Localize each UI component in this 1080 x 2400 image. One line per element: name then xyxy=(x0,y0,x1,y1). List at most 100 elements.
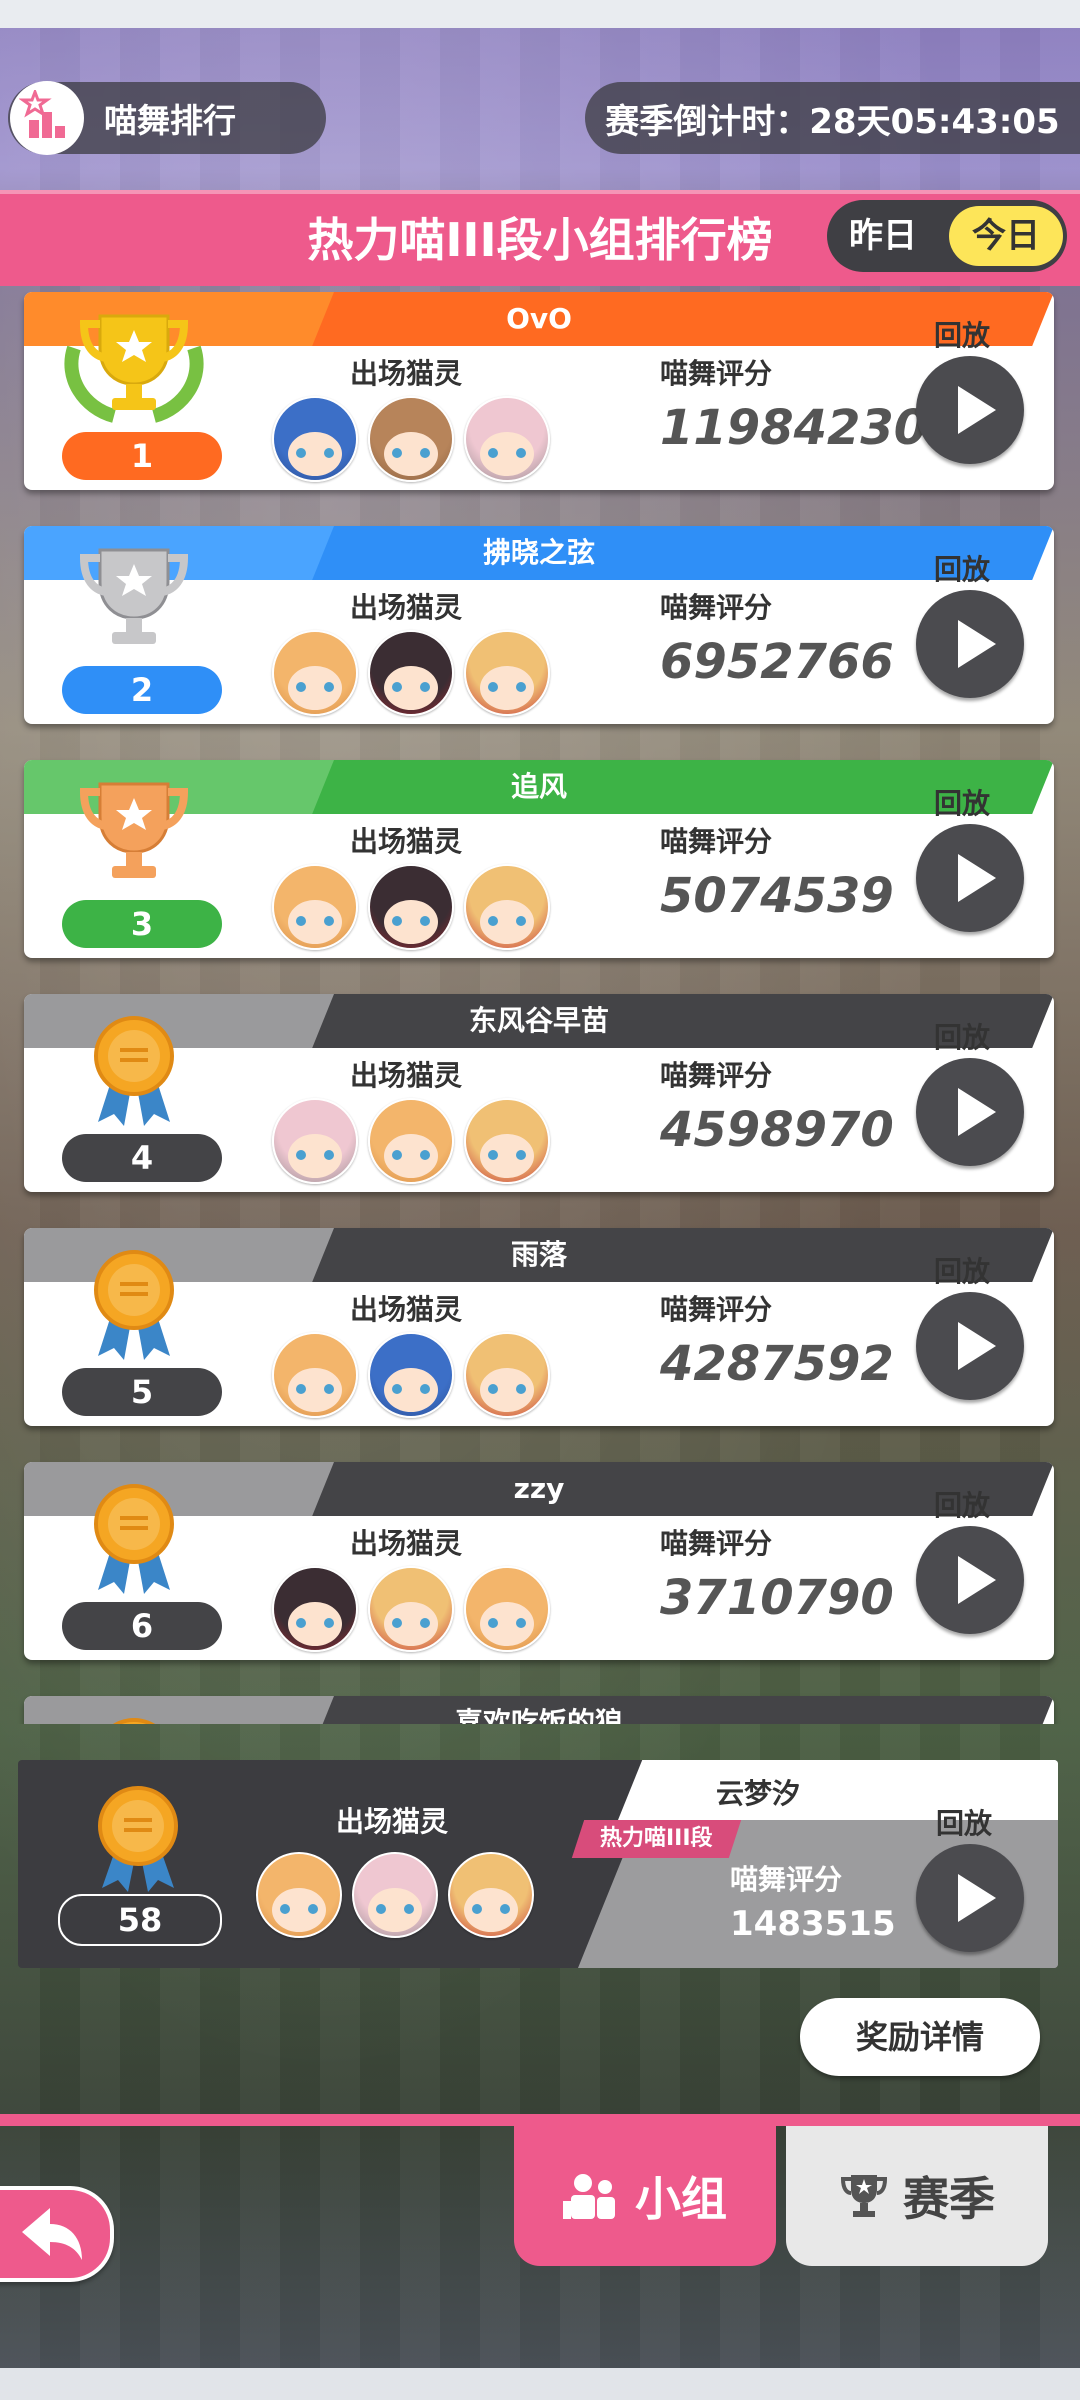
back-arrow-icon xyxy=(22,2208,82,2260)
medal-ribbon-icon xyxy=(54,1478,214,1598)
group-people-icon xyxy=(563,2174,615,2219)
ranking-card: 喜欢吃饭的狼7出场猫灵喵舞评分回放 xyxy=(24,1696,1054,1724)
medal-ribbon-icon xyxy=(98,1786,178,1892)
replay-play-button[interactable] xyxy=(916,1292,1024,1400)
cat-avatars xyxy=(272,630,550,716)
cat-avatar xyxy=(272,1098,358,1184)
cats-label: 出场猫灵 xyxy=(350,1293,463,1326)
score-label: 喵舞评分 xyxy=(660,357,773,390)
cat-avatar xyxy=(464,1566,550,1652)
cat-avatar xyxy=(272,1566,358,1652)
cats-label: 出场猫灵 xyxy=(336,1805,449,1838)
tab-season[interactable]: 赛季 xyxy=(786,2126,1048,2266)
score-label: 喵舞评分 xyxy=(660,1527,773,1560)
replay-play-button[interactable] xyxy=(916,356,1024,464)
status-bar xyxy=(0,0,1080,28)
dance-score: 4287592 xyxy=(660,1336,894,1392)
cat-avatar xyxy=(368,1566,454,1652)
cat-avatars xyxy=(272,396,550,482)
cat-avatar xyxy=(368,1098,454,1184)
ranking-card: 追风 3 出场猫灵 喵舞评分 5074539 回放 xyxy=(24,760,1054,958)
medal-ribbon-icon xyxy=(54,1010,214,1130)
cat-avatar xyxy=(368,864,454,950)
rank-number: 4 xyxy=(62,1134,222,1182)
ranking-card: 雨落 5 出场猫灵 喵舞评分 4287592 回放 xyxy=(24,1228,1054,1426)
replay-label: 回放 xyxy=(934,1021,991,1054)
cat-avatar xyxy=(272,630,358,716)
rank-number: 5 xyxy=(62,1368,222,1416)
gold-trophy-icon xyxy=(54,308,214,428)
my-cat-avatars xyxy=(256,1852,534,1938)
cat-avatar xyxy=(368,630,454,716)
my-replay-play-button[interactable] xyxy=(916,1844,1024,1952)
toggle-today[interactable]: 今日 xyxy=(949,206,1063,266)
my-player-name: 云梦汐 xyxy=(715,1777,800,1810)
toggle-yesterday[interactable]: 昨日 xyxy=(849,200,917,272)
my-rank: 58 xyxy=(58,1894,222,1946)
dance-score: 3710790 xyxy=(660,1570,894,1626)
page-label-pill: 喵舞排行 xyxy=(8,81,326,155)
cat-avatars xyxy=(272,1332,550,1418)
cat-avatars xyxy=(272,1098,550,1184)
replay-label: 回放 xyxy=(936,1807,993,1840)
dance-score: 6952766 xyxy=(660,634,894,690)
replay-play-button[interactable] xyxy=(916,1526,1024,1634)
ranking-list[interactable]: OvO 1 出场猫灵 喵舞评分 11984230 回放 拂晓之弦 2 出场猫灵 喵舞评分 69527… xyxy=(0,292,1080,1724)
back-button[interactable] xyxy=(0,2186,114,2282)
division-label: 热力喵III段 xyxy=(600,1826,713,1851)
cat-avatar xyxy=(272,864,358,950)
ranking-card: 东风谷早苗 4 出场猫灵 喵舞评分 4598970 回放 xyxy=(24,994,1054,1192)
tab-season-label: 赛季 xyxy=(903,2172,995,2226)
silver-trophy-icon xyxy=(54,542,214,662)
cat-avatar xyxy=(448,1852,534,1938)
cat-avatar xyxy=(464,1098,550,1184)
cat-avatars xyxy=(272,1566,550,1652)
bottom-divider xyxy=(0,2114,1080,2126)
score-label: 喵舞评分 xyxy=(660,825,773,858)
cat-avatar xyxy=(272,396,358,482)
reward-details-button[interactable]: 奖励详情 xyxy=(800,1998,1040,2076)
dance-score: 11984230 xyxy=(660,400,928,456)
cats-label: 出场猫灵 xyxy=(350,357,463,390)
replay-label: 回放 xyxy=(934,1718,990,1724)
cat-avatar xyxy=(352,1852,438,1938)
ranking-card: zzy 6 出场猫灵 喵舞评分 3710790 回放 xyxy=(24,1462,1054,1660)
cats-label: 出场猫灵 xyxy=(350,1527,463,1560)
season-countdown: 赛季倒计时：28天05:43:05 xyxy=(585,82,1080,154)
system-nav-bar xyxy=(0,2368,1080,2400)
cat-avatars xyxy=(272,864,550,950)
score-label: 喵舞评分 xyxy=(660,1059,773,1092)
bronze-trophy-icon xyxy=(54,776,214,896)
ranking-card: 拂晓之弦 2 出场猫灵 喵舞评分 6952766 回放 xyxy=(24,526,1054,724)
rank-number: 6 xyxy=(62,1602,222,1650)
cat-avatar xyxy=(272,1332,358,1418)
dance-ranking-logo-icon xyxy=(10,81,84,155)
dance-score: 5074539 xyxy=(660,868,894,924)
replay-play-button[interactable] xyxy=(916,590,1024,698)
replay-label: 回放 xyxy=(934,1255,991,1288)
day-toggle[interactable]: 昨日 今日 xyxy=(827,200,1067,272)
replay-play-button[interactable] xyxy=(916,1058,1024,1166)
replay-play-button[interactable] xyxy=(916,824,1024,932)
cat-avatar xyxy=(464,396,550,482)
rank-number: 2 xyxy=(62,666,222,714)
page-label: 喵舞排行 xyxy=(104,101,236,140)
cat-avatar xyxy=(464,864,550,950)
medal-ribbon-icon xyxy=(54,1712,214,1724)
score-label: 喵舞评分 xyxy=(660,1293,773,1326)
dance-score: 4598970 xyxy=(660,1102,894,1158)
cat-avatar xyxy=(464,630,550,716)
cats-label: 出场猫灵 xyxy=(350,825,463,858)
replay-label: 回放 xyxy=(934,553,991,586)
score-label: 喵舞评分 xyxy=(730,1863,843,1896)
division-badge: 热力喵III段 xyxy=(571,1820,741,1858)
cat-avatar xyxy=(368,396,454,482)
rank-number: 3 xyxy=(62,900,222,948)
my-ranking-bar: 58 出场猫灵 云梦汐 热力喵III段 喵舞评分 1483515 回放 xyxy=(18,1760,1058,1968)
replay-label: 回放 xyxy=(934,319,991,352)
tab-group[interactable]: 小组 xyxy=(514,2126,776,2266)
replay-label: 回放 xyxy=(934,787,991,820)
tab-group-label: 小组 xyxy=(635,2172,727,2226)
score-label: 喵舞评分 xyxy=(660,591,773,624)
rank-number: 1 xyxy=(62,432,222,480)
